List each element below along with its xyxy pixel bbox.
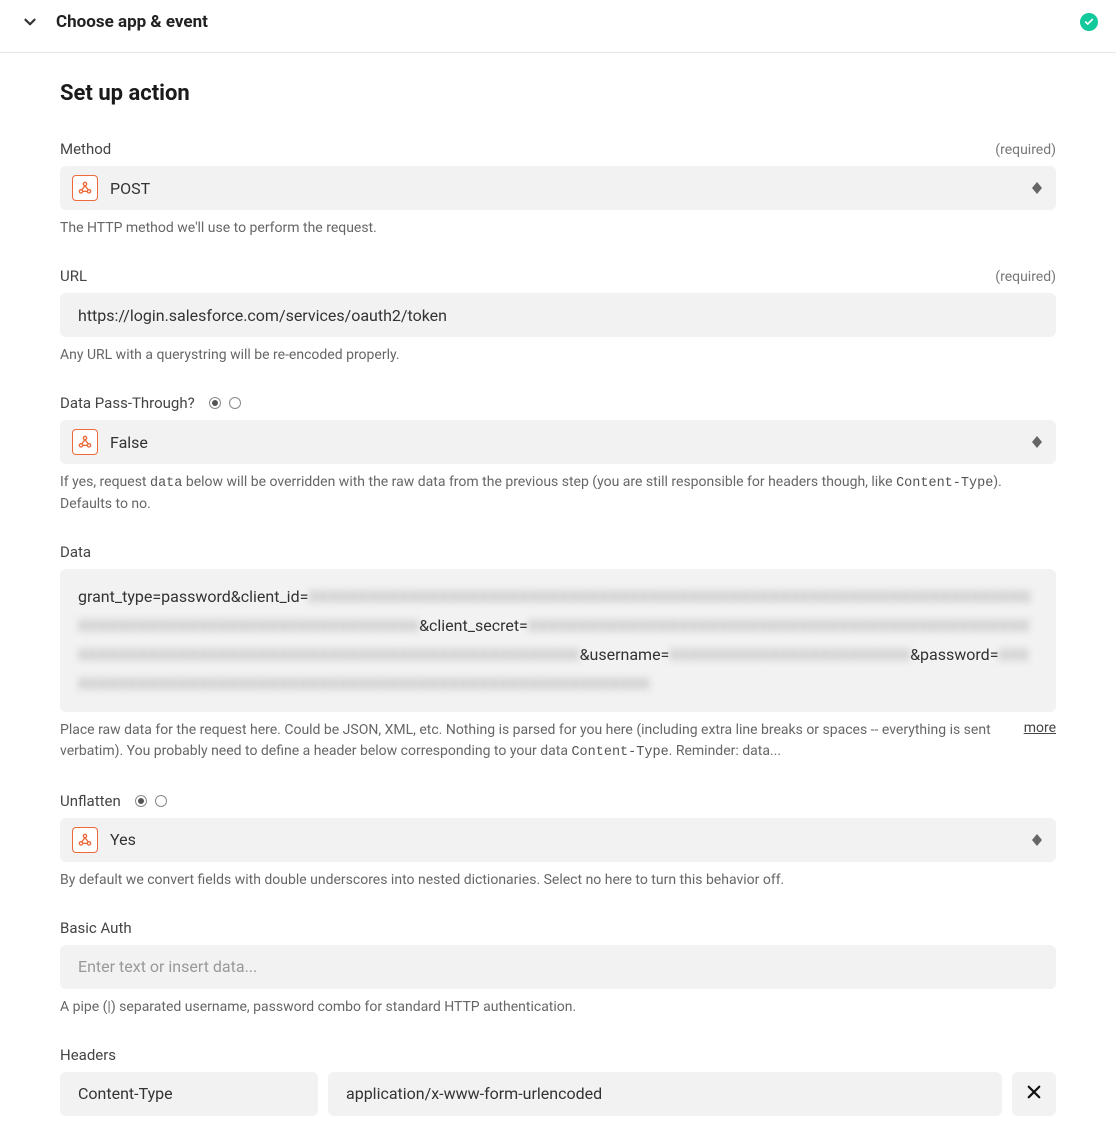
pass-through-help: If yes, request data below will be overr… bbox=[60, 472, 1056, 515]
field-headers: Headers Content-Type application/x-www-f… bbox=[60, 1046, 1056, 1116]
radio-icon[interactable] bbox=[135, 795, 147, 807]
headers-label: Headers bbox=[60, 1046, 116, 1064]
method-required: (required) bbox=[995, 142, 1056, 158]
url-required: (required) bbox=[995, 269, 1056, 285]
basic-auth-placeholder: Enter text or insert data... bbox=[78, 957, 257, 976]
unflatten-value: Yes bbox=[110, 830, 136, 849]
sort-arrows-icon bbox=[1032, 834, 1042, 846]
data-input[interactable]: grant_type=password&client_id=XXXXXXXXXX… bbox=[60, 569, 1056, 712]
url-label: URL bbox=[60, 267, 87, 285]
header-row: Content-Type application/x-www-form-urle… bbox=[60, 1072, 1056, 1116]
more-link[interactable]: more bbox=[1024, 720, 1056, 736]
field-unflatten: Unflatten Yes By default we convert fie bbox=[60, 792, 1056, 891]
unflatten-select[interactable]: Yes bbox=[60, 818, 1056, 862]
basic-auth-label: Basic Auth bbox=[60, 919, 132, 937]
chevron-down-icon bbox=[18, 10, 42, 34]
webhook-app-icon bbox=[72, 827, 98, 853]
step-header[interactable]: Choose app & event bbox=[0, 0, 1116, 53]
basic-auth-input[interactable]: Enter text or insert data... bbox=[60, 945, 1056, 989]
method-select[interactable]: POST bbox=[60, 166, 1056, 210]
radio-icon[interactable] bbox=[155, 795, 167, 807]
pass-through-value: False bbox=[110, 433, 148, 452]
field-pass-through: Data Pass-Through? False If ye bbox=[60, 394, 1056, 515]
webhook-app-icon bbox=[72, 429, 98, 455]
header-key-input[interactable]: Content-Type bbox=[60, 1072, 318, 1116]
url-help: Any URL with a querystring will be re-en… bbox=[60, 345, 1056, 366]
unflatten-help: By default we convert fields with double… bbox=[60, 870, 1056, 891]
check-complete-icon bbox=[1080, 13, 1098, 31]
step-header-title: Choose app & event bbox=[56, 12, 1080, 32]
pass-through-label: Data Pass-Through? bbox=[60, 394, 241, 412]
remove-header-button[interactable] bbox=[1012, 1072, 1056, 1116]
url-value: https://login.salesforce.com/services/oa… bbox=[78, 306, 447, 325]
radio-icon[interactable] bbox=[229, 397, 241, 409]
field-url: URL (required) https://login.salesforce.… bbox=[60, 267, 1056, 366]
basic-auth-help: A pipe (|) separated username, password … bbox=[60, 997, 1056, 1018]
unflatten-label: Unflatten bbox=[60, 792, 167, 810]
field-data: Data grant_type=password&client_id=XXXXX… bbox=[60, 543, 1056, 763]
method-value: POST bbox=[110, 179, 150, 198]
webhook-app-icon bbox=[72, 175, 98, 201]
header-value-input[interactable]: application/x-www-form-urlencoded bbox=[328, 1072, 1002, 1116]
redacted-text: XXXXXXXXXXXXXXXXXXXXXXXX bbox=[669, 645, 910, 664]
sort-arrows-icon bbox=[1032, 182, 1042, 194]
pass-through-select[interactable]: False bbox=[60, 420, 1056, 464]
method-help: The HTTP method we'll use to perform the… bbox=[60, 218, 1056, 239]
close-icon bbox=[1025, 1083, 1043, 1105]
sort-arrows-icon bbox=[1032, 436, 1042, 448]
data-label: Data bbox=[60, 543, 91, 561]
url-input[interactable]: https://login.salesforce.com/services/oa… bbox=[60, 293, 1056, 337]
field-method: Method (required) POST The HTTP method w… bbox=[60, 140, 1056, 239]
method-label: Method bbox=[60, 140, 111, 158]
field-basic-auth: Basic Auth Enter text or insert data... … bbox=[60, 919, 1056, 1018]
radio-icon[interactable] bbox=[209, 397, 221, 409]
data-help: Place raw data for the request here. Cou… bbox=[60, 720, 1008, 763]
section-title: Set up action bbox=[60, 81, 1056, 106]
